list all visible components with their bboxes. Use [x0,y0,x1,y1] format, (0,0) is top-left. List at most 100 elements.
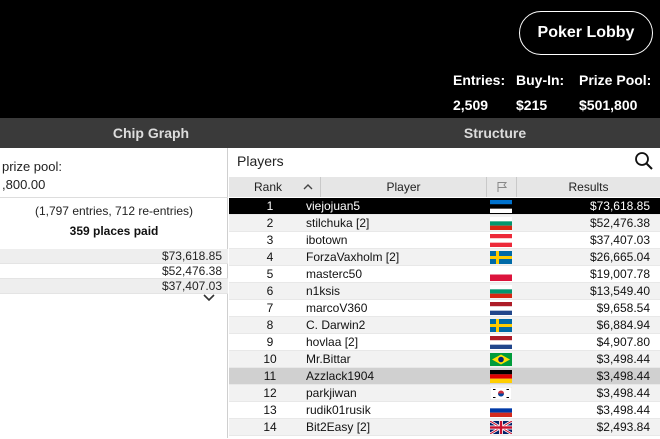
result-cell: $3,498.44 [596,403,650,417]
player-name-cell: ForzaVaxholm [2] [306,250,400,264]
flag-column-header[interactable] [487,177,517,197]
places-paid: 359 places paid [69,224,159,238]
rank-cell: 5 [266,267,274,281]
rank-cell: 4 [266,250,274,264]
rank-cell: 12 [263,386,277,400]
result-cell: $3,498.44 [596,369,650,383]
rank-cell: 10 [263,352,277,366]
rank-header-label: Rank [254,180,283,194]
player-name-cell: n1ksis [306,284,341,298]
table-row[interactable]: 6 n1ksis $13,549.40 [229,283,660,300]
player-name-cell: ibotown [306,233,348,247]
table-row[interactable]: 9 hovlaa [2] $4,907.80 [229,334,660,351]
sweden-flag-icon [490,319,512,332]
player-name-cell: Mr.Bittar [306,352,351,366]
player-name-cell: Azzlack1904 [306,369,375,383]
rank-column-header[interactable]: Rank [229,177,321,197]
rank-cell: 14 [263,420,277,434]
poland-flag-icon [490,268,512,281]
table-row[interactable]: 12 parkjiwan $3,498.44 [229,385,660,402]
table-row[interactable]: 3 ibotown $37,407.03 [229,232,660,249]
player-name-cell: C. Darwin2 [306,318,366,332]
rank-cell: 8 [266,318,274,332]
result-cell: $26,665.04 [589,250,650,264]
sweden-flag-icon [490,251,512,264]
divider [0,197,228,198]
result-cell: $9,658.54 [596,301,650,315]
table-row[interactable]: 2 stilchuka [2] $52,476.38 [229,215,660,232]
player-name-cell: hovlaa [2] [306,335,359,349]
tab-structure[interactable]: Structure [400,118,590,148]
brazil-flag-icon [490,353,512,366]
result-cell: $3,498.44 [596,386,650,400]
rank-cell: 11 [263,369,277,383]
table-row[interactable]: 4 ForzaVaxholm [2] $26,665.04 [229,249,660,266]
entries-note: (1,797 entries, 712 re-entries) [34,204,194,218]
table-row[interactable]: 10 Mr.Bittar $3,498.44 [229,351,660,368]
poker-lobby-button[interactable]: Poker Lobby [519,11,653,55]
prize-pool-caption: prize pool: [2,159,62,174]
table-row[interactable]: 8 C. Darwin2 $6,884.94 [229,317,660,334]
prize-row: $37,407.03 [0,279,228,294]
south-korea-flag-icon [489,386,513,401]
rank-cell: 1 [266,199,274,213]
rank-cell: 9 [266,335,274,349]
result-cell: $2,493.84 [596,420,650,434]
player-name-cell: parkjiwan [306,386,357,400]
table-row[interactable]: 7 marcoV360 $9,658.54 [229,300,660,317]
result-cell: $4,907.80 [596,335,650,349]
tab-bar: Chip Graph Structure [0,118,660,148]
netherlands-flag-icon [490,336,512,349]
table-row[interactable]: 11 Azzlack1904 $3,498.44 [229,368,660,385]
sort-asc-icon[interactable] [303,183,313,191]
russia-flag-icon [490,404,512,417]
player-name-cell: Bit2Easy [2] [306,420,371,434]
result-cell: $6,884.94 [596,318,650,332]
tab-chip-graph[interactable]: Chip Graph [70,118,232,148]
result-cell: $52,476.38 [589,216,650,230]
prize-row: $52,476.38 [0,264,228,279]
top-bar: Poker Lobby Entries: 2,509 Buy-In: $215 … [0,0,660,118]
rank-cell: 13 [263,403,277,417]
players-title: Players [237,153,284,169]
table-row[interactable]: 1 viejojuan5 $73,618.85 [229,198,660,215]
buy-in-label: Buy-In: [516,72,565,88]
prize-pool-label: Prize Pool: [579,72,652,88]
entries-label: Entries: [453,72,506,88]
estonia-flag-icon [490,200,512,213]
united-kingdom-flag-icon [489,419,513,436]
players-table-header: Rank Player Results [229,177,660,197]
search-icon[interactable] [634,151,654,171]
rank-cell: 6 [266,284,274,298]
bulgaria-flag-icon [490,285,512,298]
flag-icon [497,182,508,192]
player-name-cell: viejojuan5 [306,199,361,213]
entries-value: 2,509 [453,97,489,113]
table-row[interactable]: 14 Bit2Easy [2] $2,493.84 [229,419,660,436]
result-cell: $13,549.40 [589,284,650,298]
germany-flag-icon [490,370,512,383]
result-cell: $73,618.85 [589,199,650,213]
results-column-header[interactable]: Results [517,177,660,197]
result-cell: $19,007.78 [589,267,650,281]
rank-cell: 2 [266,216,274,230]
rank-cell: 3 [266,233,274,247]
table-row[interactable]: 5 masterc50 $19,007.78 [229,266,660,283]
player-name-cell: masterc50 [306,267,363,281]
player-name-cell: stilchuka [2] [306,216,370,230]
bulgaria-flag-icon [490,217,512,230]
rank-cell: 7 [266,301,274,315]
prize-row: $73,618.85 [0,249,228,264]
chevron-down-icon[interactable] [203,294,215,302]
result-cell: $37,407.03 [589,233,650,247]
buy-in-value: $215 [516,97,548,113]
player-name-cell: marcoV360 [306,301,368,315]
prize-panel: prize pool: ,800.00 (1,797 entries, 712 … [0,148,228,438]
player-column-header[interactable]: Player [321,177,487,197]
table-row[interactable]: 13 rudik01rusik $3,498.44 [229,402,660,419]
player-name-cell: rudik01rusik [306,403,371,417]
prize-pool-amount: ,800.00 [2,177,46,192]
result-cell: $3,498.44 [596,352,650,366]
prize-pool-value: $501,800 [579,97,638,113]
austria-flag-icon [490,234,512,247]
